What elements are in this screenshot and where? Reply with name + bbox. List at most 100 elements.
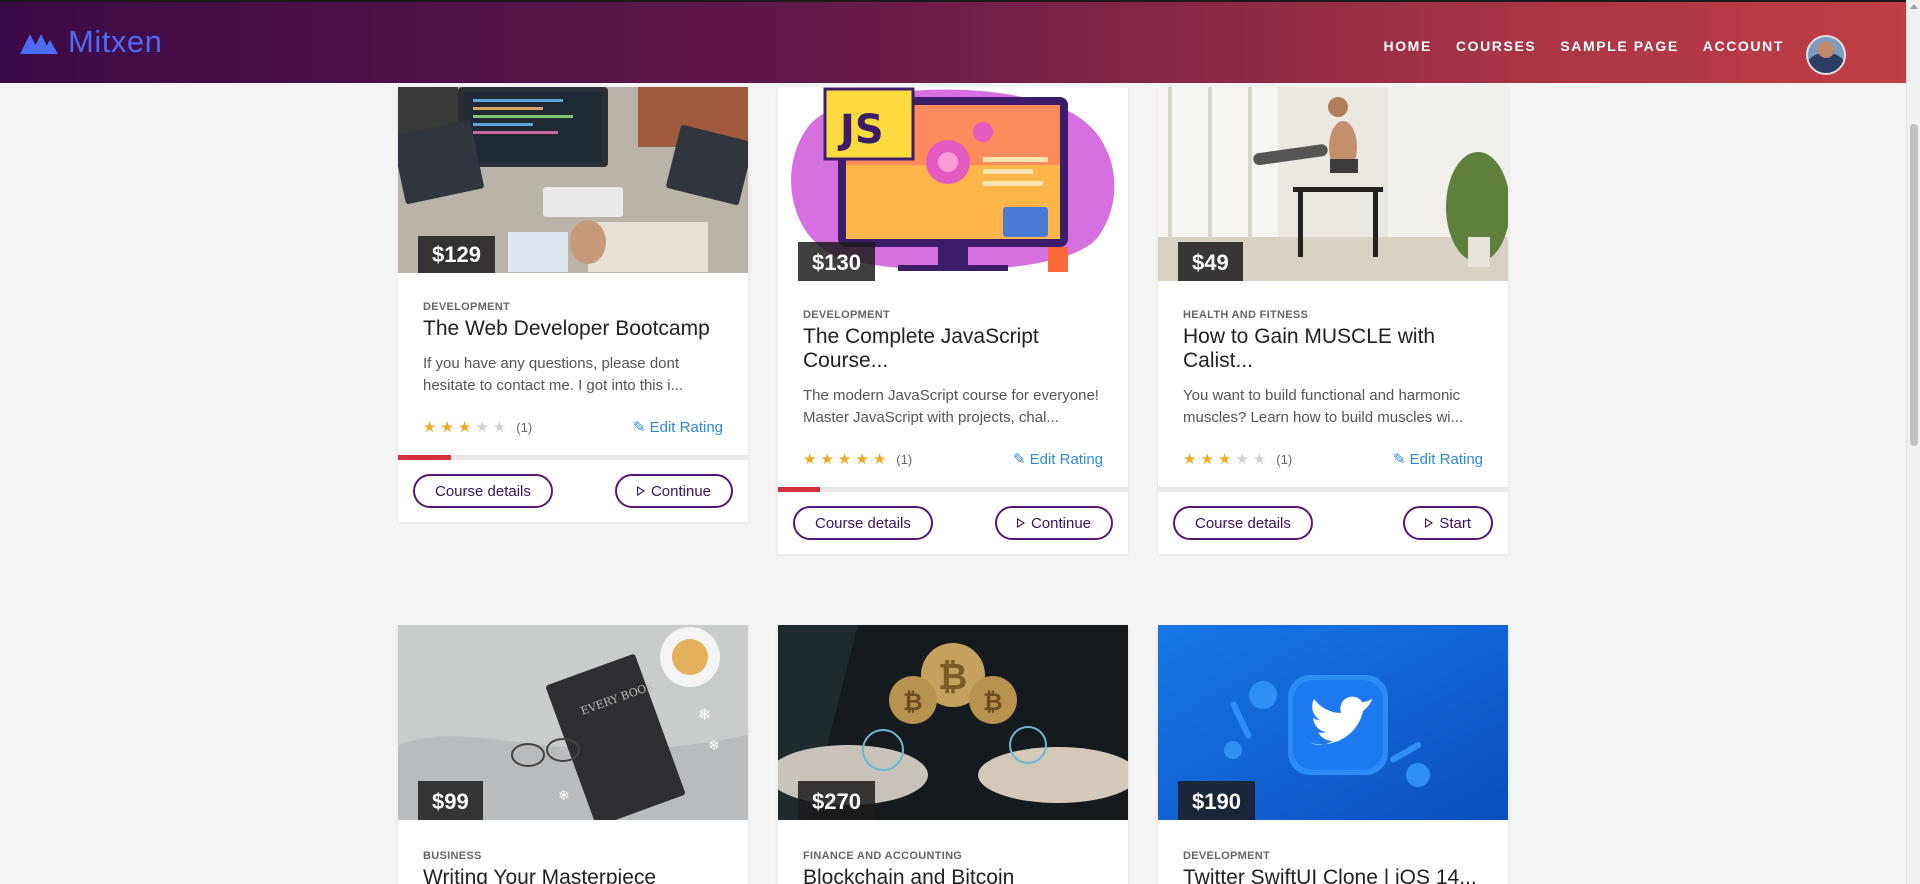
course-progress-bar — [778, 487, 1128, 492]
scroll-up-icon[interactable] — [1910, 4, 1918, 9]
price-badge: $130 — [798, 242, 875, 281]
rating-count: (1) — [1276, 451, 1293, 467]
nav-account[interactable]: ACCOUNT — [1703, 38, 1784, 54]
course-description: You want to build functional and harmoni… — [1183, 387, 1464, 426]
nav-home[interactable]: HOME — [1383, 38, 1431, 54]
price-badge: $49 — [1178, 242, 1243, 281]
course-title[interactable]: Blockchain and Bitcoin — [803, 866, 1103, 884]
scrollbar-thumb[interactable] — [1910, 124, 1918, 446]
star-icon: ★ — [1183, 450, 1197, 468]
course-category: HEALTH AND FITNESS — [1183, 309, 1309, 321]
course-thumbnail[interactable]: JS $130 — [778, 87, 1128, 281]
course-category: FINANCE AND ACCOUNTING — [803, 850, 963, 862]
star-icon: ★ — [423, 418, 437, 436]
course-description: If you have any questions, please dont h… — [423, 355, 684, 394]
progress-fill — [398, 455, 451, 460]
start-label: Start — [1439, 514, 1471, 532]
price-badge: $190 — [1178, 781, 1255, 820]
start-button[interactable]: Start — [1403, 506, 1493, 540]
star-icon: ★ — [492, 418, 507, 436]
course-category: DEVELOPMENT — [423, 301, 511, 313]
course-thumbnail[interactable]: EVERY BOOK ❄ ❄ ❄ $99 — [398, 625, 748, 820]
star-rating: ★ ★ ★ ★ ★ (1) — [1183, 450, 1292, 468]
course-thumbnail[interactable]: $190 — [1158, 625, 1508, 820]
mountain-logo-icon — [20, 34, 58, 54]
play-icon — [1016, 518, 1025, 528]
edit-rating-link[interactable]: ✎ Edit Rating — [1013, 450, 1103, 469]
star-icon: ★ — [837, 450, 852, 468]
edit-rating-link[interactable]: ✎ Edit Rating — [1393, 450, 1483, 469]
star-icon: ★ — [475, 418, 489, 436]
rating-count: (1) — [516, 419, 533, 435]
nav-courses[interactable]: COURSES — [1456, 38, 1536, 54]
course-thumbnail[interactable]: $49 — [1158, 87, 1508, 281]
svg-text:❄: ❄ — [708, 738, 720, 754]
course-thumbnail[interactable]: $129 — [398, 87, 748, 273]
price-badge: $270 — [798, 781, 875, 820]
user-avatar[interactable] — [1806, 35, 1846, 75]
star-rating: ★ ★ ★ ★ ★ (1) — [423, 418, 532, 436]
site-header: Mitxen HOME COURSES SAMPLE PAGE ACCOUNT — [0, 0, 1906, 83]
course-title[interactable]: How to Gain MUSCLE with Calist... — [1183, 325, 1483, 373]
rating-row: ★ ★ ★ ★ ★ (1) ✎ Edit Rating — [1183, 449, 1483, 469]
pencil-icon: ✎ — [1013, 451, 1026, 468]
star-icon: ★ — [1200, 450, 1214, 468]
course-card: ₿ ₿ ₿ $270 FINANCE AND ACCOUNTING Blockc… — [778, 625, 1128, 884]
course-title[interactable]: Twitter SwiftUI Clone | iOS 14... — [1183, 866, 1483, 884]
course-details-button[interactable]: Course details — [793, 506, 933, 540]
edit-rating-label: Edit Rating — [1409, 450, 1483, 468]
star-rating: ★ ★ ★ ★ ★ (1) — [803, 450, 912, 468]
main-nav: HOME COURSES SAMPLE PAGE ACCOUNT — [1383, 38, 1784, 54]
continue-label: Continue — [650, 482, 711, 500]
pencil-icon: ✎ — [1393, 451, 1406, 468]
course-title[interactable]: The Web Developer Bootcamp — [423, 317, 723, 341]
course-card: $129 DEVELOPMENT The Web Developer Bootc… — [398, 87, 748, 522]
edit-rating-label: Edit Rating — [649, 418, 723, 436]
course-category: DEVELOPMENT — [1183, 850, 1271, 862]
price-badge: $129 — [418, 236, 495, 273]
course-card: EVERY BOOK ❄ ❄ ❄ $99 BUSINESS Writing Yo… — [398, 625, 748, 884]
course-description: The modern JavaScript course for everyon… — [803, 387, 1099, 426]
star-icon: ★ — [1217, 450, 1232, 468]
course-progress-bar — [1158, 487, 1508, 492]
rating-count: (1) — [896, 451, 913, 467]
rating-row: ★ ★ ★ ★ ★ (1) ✎ Edit Rating — [803, 449, 1103, 469]
card-actions: Course details Continue — [398, 460, 748, 522]
svg-text:₿: ₿ — [983, 688, 1003, 716]
course-details-button[interactable]: Course details — [1173, 506, 1313, 540]
course-category: DEVELOPMENT — [803, 309, 891, 321]
pencil-icon: ✎ — [633, 419, 646, 436]
course-details-button[interactable]: Course details — [413, 474, 553, 508]
svg-text:❄: ❄ — [698, 705, 711, 724]
svg-text:₿: ₿ — [903, 688, 923, 716]
continue-label: Continue — [1030, 514, 1091, 532]
continue-button[interactable]: Continue — [994, 506, 1113, 540]
course-title[interactable]: The Complete JavaScript Course... — [803, 325, 1103, 373]
logo-text: Mitxen — [68, 24, 163, 59]
course-card: $49 HEALTH AND FITNESS How to Gain MUSCL… — [1158, 87, 1508, 554]
course-card: JS $130 DEVELOPMENT The Complete JavaScr… — [778, 87, 1128, 554]
nav-sample-page[interactable]: SAMPLE PAGE — [1560, 38, 1678, 54]
card-actions: Course details Start — [1158, 492, 1508, 554]
card-actions: Course details Continue — [778, 492, 1128, 554]
edit-rating-label: Edit Rating — [1029, 450, 1103, 468]
star-icon: ★ — [803, 450, 817, 468]
play-icon — [636, 486, 645, 496]
play-icon — [1425, 518, 1434, 528]
star-icon: ★ — [855, 450, 869, 468]
site-logo[interactable]: Mitxen — [20, 24, 162, 60]
edit-rating-link[interactable]: ✎ Edit Rating — [633, 418, 723, 437]
rating-row: ★ ★ ★ ★ ★ (1) ✎ Edit Rating — [423, 417, 723, 437]
star-icon: ★ — [440, 418, 454, 436]
course-title[interactable]: Writing Your Masterpiece — [423, 866, 723, 884]
course-category: BUSINESS — [423, 850, 482, 862]
continue-button[interactable]: Continue — [614, 474, 733, 508]
star-icon: ★ — [872, 450, 887, 468]
star-icon: ★ — [1235, 450, 1249, 468]
page-scrollbar[interactable] — [1906, 0, 1920, 884]
course-progress-bar — [398, 455, 748, 460]
svg-text:❄: ❄ — [558, 788, 570, 804]
course-card: $190 DEVELOPMENT Twitter SwiftUI Clone |… — [1158, 625, 1508, 884]
progress-fill — [778, 487, 820, 492]
course-thumbnail[interactable]: ₿ ₿ ₿ $270 — [778, 625, 1128, 820]
